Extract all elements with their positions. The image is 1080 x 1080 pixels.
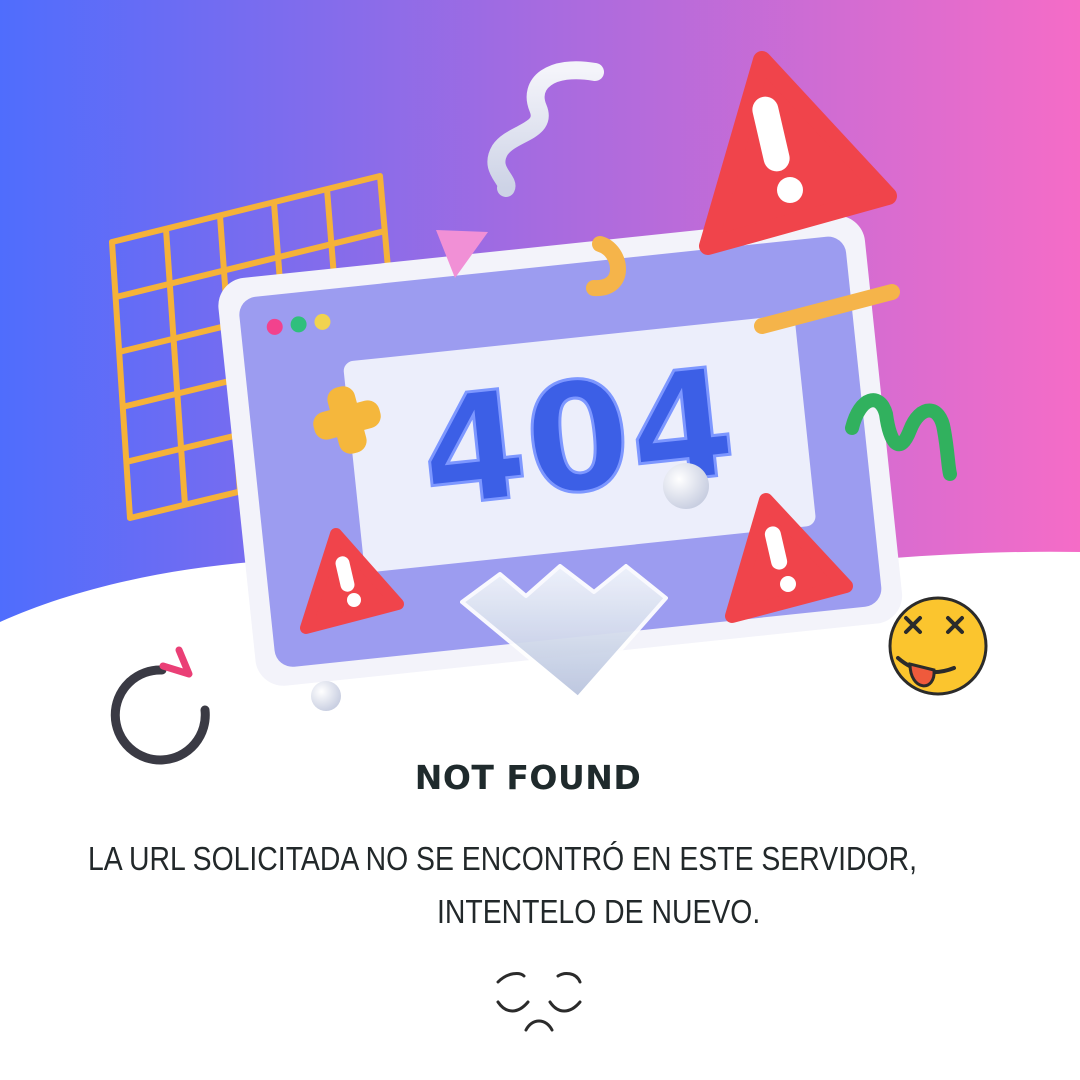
white-sphere xyxy=(663,463,709,509)
white-squiggle xyxy=(487,61,604,197)
not-found-page: 404 NOT FOUND LA URL SOLICITADA NO SE EN… xyxy=(0,0,1080,1080)
sad-face-icon xyxy=(496,972,582,1032)
warning-icon xyxy=(699,51,897,255)
page-title: NOT FOUND xyxy=(414,758,642,797)
dizzy-face-emoji xyxy=(888,596,988,696)
small-sphere xyxy=(311,681,341,711)
error-message-line-2: INTENTELO DE NUEVO. xyxy=(437,893,761,930)
reload-icon[interactable] xyxy=(105,640,220,765)
error-code: 404 xyxy=(413,336,743,542)
error-message-line-1: LA URL SOLICITADA NO SE ENCONTRÓ EN ESTE… xyxy=(88,840,917,877)
